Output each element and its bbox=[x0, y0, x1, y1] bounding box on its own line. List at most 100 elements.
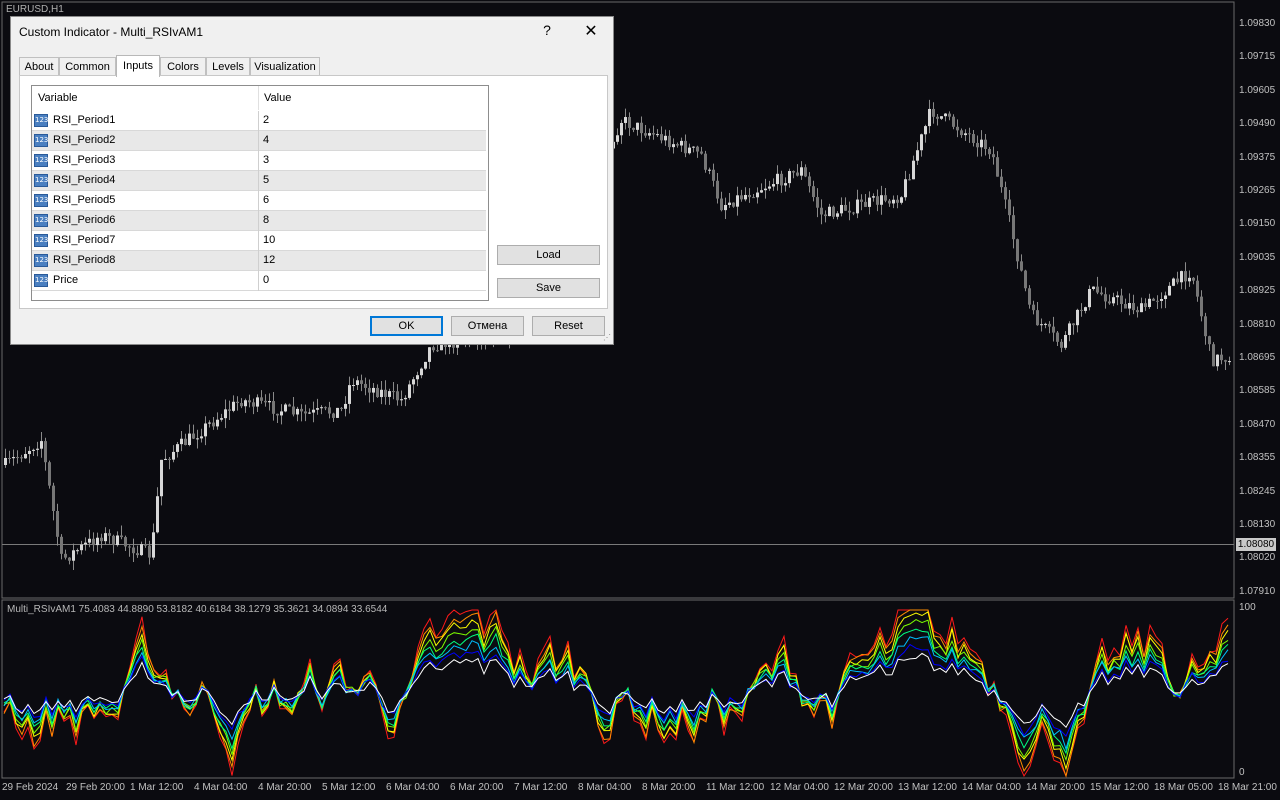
candle-body bbox=[112, 535, 115, 546]
candle-body bbox=[880, 195, 883, 205]
candle-body bbox=[700, 151, 703, 154]
rsi-series-line bbox=[3, 619, 1229, 762]
candle-body bbox=[1108, 301, 1111, 304]
input-value[interactable]: 10 bbox=[263, 234, 275, 246]
candle-body bbox=[28, 450, 31, 455]
candle-body bbox=[1120, 295, 1123, 304]
price-axis-label: 1.09715 bbox=[1239, 51, 1276, 63]
candle-body bbox=[1024, 270, 1027, 289]
candle-body bbox=[200, 436, 203, 439]
header-variable[interactable]: Variable bbox=[38, 92, 78, 104]
input-row[interactable]: 123 RSI_Period5 6 bbox=[32, 191, 486, 211]
input-row[interactable]: 123 RSI_Period8 12 bbox=[32, 251, 486, 271]
candle-body bbox=[688, 147, 691, 154]
indicator-window-border bbox=[1, 599, 1235, 779]
input-value[interactable]: 6 bbox=[263, 194, 269, 206]
candle-body bbox=[816, 197, 819, 208]
candle-body bbox=[432, 347, 435, 351]
candle-body bbox=[56, 510, 59, 537]
candle-body bbox=[932, 108, 935, 117]
candle-body bbox=[1124, 303, 1127, 309]
candle-body bbox=[616, 135, 619, 142]
int-icon: 123 bbox=[34, 274, 48, 287]
reset-button[interactable]: Reset bbox=[532, 316, 605, 336]
tab-levels[interactable]: Levels bbox=[206, 57, 250, 75]
input-row[interactable]: 123 RSI_Period3 3 bbox=[32, 151, 486, 171]
rsi-series-line bbox=[3, 628, 1229, 755]
candle-body bbox=[908, 179, 911, 181]
input-row[interactable]: 123 RSI_Period6 8 bbox=[32, 211, 486, 231]
help-button[interactable]: ? bbox=[539, 22, 555, 38]
candle-body bbox=[296, 408, 299, 415]
candle-body bbox=[820, 207, 823, 215]
price-axis-label: 1.09035 bbox=[1239, 251, 1276, 263]
candle-body bbox=[716, 180, 719, 199]
time-axis-label: 6 Mar 20:00 bbox=[450, 782, 504, 793]
candle-body bbox=[1020, 261, 1023, 271]
candle-body bbox=[1140, 303, 1143, 313]
time-axis-label: 5 Mar 12:00 bbox=[322, 782, 376, 793]
header-divider[interactable] bbox=[258, 86, 259, 110]
candle-body bbox=[1160, 299, 1163, 301]
time-axis-label: 1 Mar 12:00 bbox=[130, 782, 184, 793]
price-axis-label: 1.09150 bbox=[1239, 218, 1276, 230]
time-axis-label: 4 Mar 04:00 bbox=[194, 782, 248, 793]
input-row[interactable]: 123 RSI_Period4 5 bbox=[32, 171, 486, 191]
save-button[interactable]: Save bbox=[497, 278, 600, 298]
candle-body bbox=[712, 169, 715, 181]
price-axis-label: 1.08810 bbox=[1239, 318, 1276, 330]
tab-about[interactable]: About bbox=[19, 57, 59, 75]
candle-body bbox=[388, 391, 391, 397]
price-axis-label: 1.09265 bbox=[1239, 185, 1276, 196]
candle-body bbox=[124, 537, 127, 547]
candle-body bbox=[408, 384, 411, 398]
candle-body bbox=[976, 142, 979, 148]
time-axis-label: 12 Mar 04:00 bbox=[770, 782, 829, 793]
tab-inputs[interactable]: Inputs bbox=[116, 55, 160, 77]
price-axis-label: 1.08585 bbox=[1239, 385, 1276, 397]
candle-body bbox=[436, 350, 439, 352]
candle-body bbox=[1076, 309, 1079, 326]
candle-body bbox=[160, 459, 163, 497]
candle-body bbox=[300, 408, 303, 412]
input-value[interactable]: 12 bbox=[263, 254, 275, 266]
candle-body bbox=[804, 167, 807, 177]
custom-indicator-dialog: Custom Indicator - Multi_RSIvAM1 ? ✕ Abo… bbox=[10, 16, 614, 345]
header-value[interactable]: Value bbox=[264, 92, 291, 104]
input-value[interactable]: 2 bbox=[263, 114, 269, 126]
input-value[interactable]: 3 bbox=[263, 154, 269, 166]
candle-body bbox=[756, 192, 759, 198]
candle-body bbox=[972, 134, 975, 143]
input-value[interactable]: 4 bbox=[263, 134, 269, 146]
candle-body bbox=[800, 167, 803, 176]
price-axis-label: 1.08695 bbox=[1239, 352, 1276, 363]
cancel-button[interactable]: Отмена bbox=[451, 316, 524, 336]
candle-body bbox=[224, 409, 227, 419]
input-value[interactable]: 5 bbox=[263, 174, 269, 186]
input-row[interactable]: 123 RSI_Period1 2 bbox=[32, 111, 486, 131]
candle-body bbox=[768, 186, 771, 189]
candle-body bbox=[1096, 286, 1099, 293]
input-value[interactable]: 8 bbox=[263, 214, 269, 226]
input-row[interactable]: 123 RSI_Period7 10 bbox=[32, 231, 486, 251]
candle-body bbox=[780, 173, 783, 186]
candle-body bbox=[376, 387, 379, 398]
candle-body bbox=[884, 195, 887, 201]
input-row[interactable]: 123 Price 0 bbox=[32, 271, 486, 291]
ok-button[interactable]: OK bbox=[370, 316, 443, 336]
candle-body bbox=[704, 153, 707, 170]
tab-colors[interactable]: Colors bbox=[160, 57, 206, 75]
candle-body bbox=[368, 387, 371, 393]
tab-visualization[interactable]: Visualization bbox=[250, 57, 320, 75]
candle-body bbox=[68, 557, 71, 561]
input-value[interactable]: 0 bbox=[263, 274, 269, 286]
input-row[interactable]: 123 RSI_Period2 4 bbox=[32, 131, 486, 151]
resize-grip-icon[interactable]: ⋰ bbox=[603, 333, 611, 342]
candle-body bbox=[1216, 354, 1219, 367]
close-icon[interactable]: ✕ bbox=[581, 21, 601, 41]
time-axis-label: 6 Mar 04:00 bbox=[386, 782, 440, 793]
candle-body bbox=[128, 546, 131, 548]
candle-body bbox=[104, 533, 107, 542]
tab-common[interactable]: Common bbox=[59, 57, 116, 75]
load-button[interactable]: Load bbox=[497, 245, 600, 265]
